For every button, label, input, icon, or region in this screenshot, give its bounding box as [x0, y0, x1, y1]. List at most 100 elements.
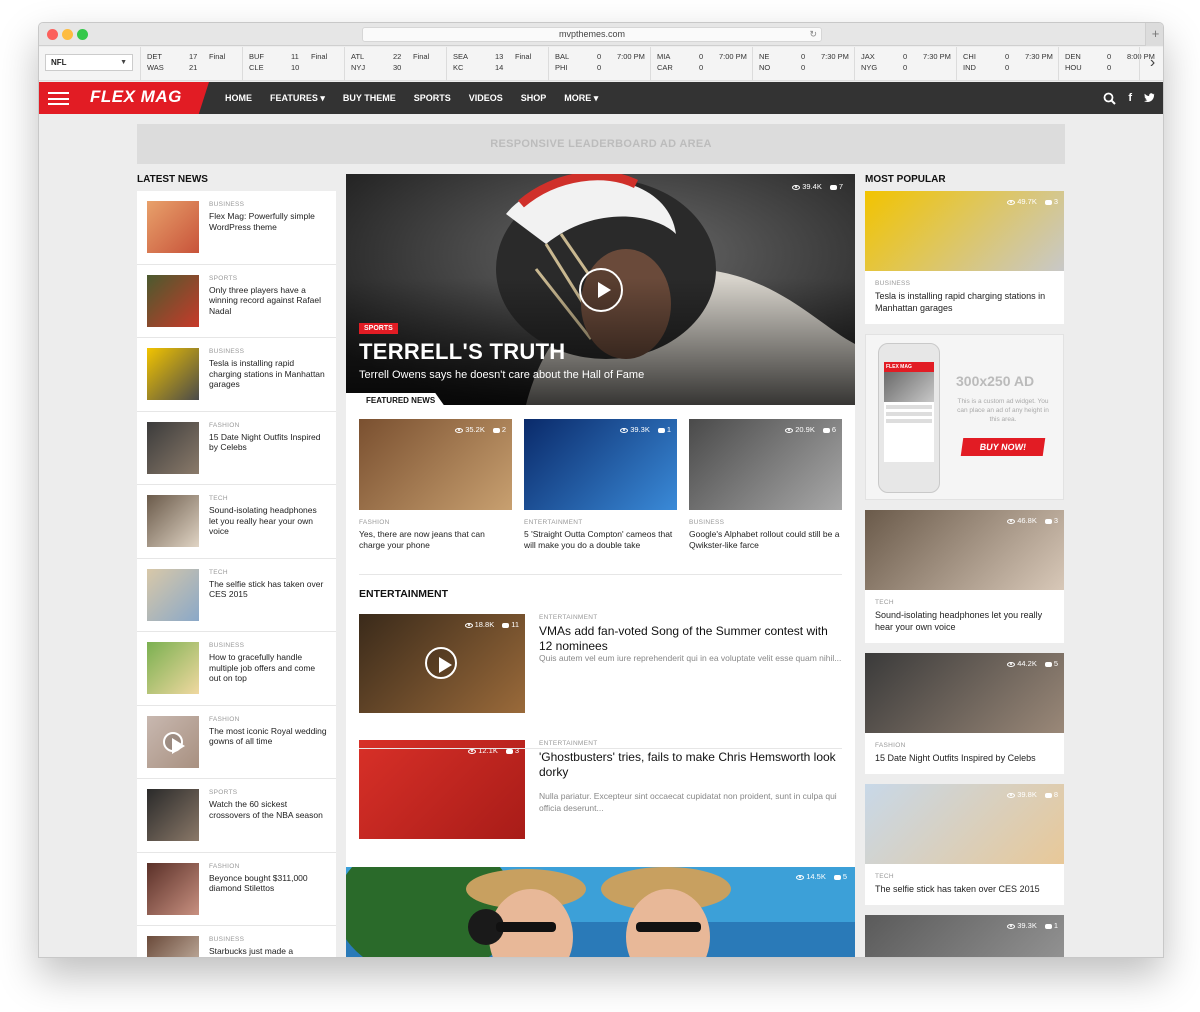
- featured-category[interactable]: FASHION: [359, 519, 512, 526]
- news-title[interactable]: Only three players have a winning record…: [209, 285, 327, 317]
- entertainment-category[interactable]: ENTERTAINMENT: [539, 740, 598, 747]
- popular-image[interactable]: 46.8K 3: [865, 510, 1064, 590]
- latest-news-item[interactable]: SPORTS Watch the 60 sickest crossovers o…: [137, 779, 336, 853]
- nav-item[interactable]: SHOP: [521, 82, 547, 114]
- popular-category[interactable]: FASHION: [875, 742, 1064, 749]
- featured-category[interactable]: ENTERTAINMENT: [524, 519, 677, 526]
- address-bar[interactable]: mvpthemes.com ↻: [362, 27, 822, 42]
- latest-news-item[interactable]: BUSINESS Flex Mag: Powerfully simple Wor…: [137, 191, 336, 265]
- news-title[interactable]: How to gracefully handle multiple job of…: [209, 652, 327, 684]
- popular-image[interactable]: 39.3K 1: [865, 915, 1064, 957]
- popular-story[interactable]: 46.8K 3 TECH Sound-isolating headphones …: [865, 510, 1064, 643]
- news-thumbnail[interactable]: [147, 495, 199, 547]
- latest-news-item[interactable]: FASHION Beyonce bought $311,000 diamond …: [137, 852, 336, 926]
- popular-image[interactable]: 49.7K 3: [865, 191, 1064, 271]
- popular-category[interactable]: TECH: [875, 599, 1064, 606]
- entertainment-headline[interactable]: 'Ghostbusters' tries, fails to make Chri…: [539, 750, 842, 780]
- bottom-story[interactable]: 14.5K 5: [346, 867, 855, 957]
- news-category[interactable]: BUSINESS: [209, 642, 244, 649]
- news-title[interactable]: Watch the 60 sickest crossovers of the N…: [209, 799, 327, 820]
- news-category[interactable]: FASHION: [209, 863, 240, 870]
- featured-image[interactable]: 35.2K 2: [359, 419, 512, 510]
- popular-image[interactable]: 44.2K 5: [865, 653, 1064, 733]
- leaderboard-ad[interactable]: RESPONSIVE LEADERBOARD AD AREA: [137, 124, 1065, 164]
- hero-title[interactable]: TERRELL'S TRUTH: [359, 339, 566, 365]
- facebook-icon[interactable]: f: [1128, 92, 1132, 104]
- news-thumbnail[interactable]: [147, 789, 199, 841]
- news-title[interactable]: The selfie stick has taken over CES 2015: [209, 579, 327, 600]
- news-category[interactable]: BUSINESS: [209, 936, 244, 943]
- popular-image[interactable]: 39.8K 8: [865, 784, 1064, 864]
- latest-news-item[interactable]: FASHION 15 Date Night Outfits Inspired b…: [137, 411, 336, 485]
- score-game[interactable]: ATL 22 Final NYJ 30: [344, 47, 445, 81]
- news-thumbnail[interactable]: [147, 936, 199, 957]
- minimize-window-button[interactable]: [62, 29, 73, 40]
- score-game[interactable]: SEA 13 Final KC 14: [446, 47, 547, 81]
- featured-title[interactable]: Google's Alphabet rollout could still be…: [689, 529, 842, 550]
- score-game[interactable]: CHI 0 7:30 PM IND 0: [956, 47, 1057, 81]
- news-thumbnail[interactable]: [147, 568, 199, 621]
- play-video-icon[interactable]: [579, 268, 623, 312]
- entertainment-story[interactable]: 18.8K 11 ENTERTAINMENT VMAs add fan-vote…: [359, 614, 842, 713]
- news-category[interactable]: SPORTS: [209, 789, 237, 796]
- news-title[interactable]: Sound-isolating headphones let you reall…: [209, 505, 327, 537]
- buy-now-button[interactable]: BUY NOW!: [960, 438, 1046, 456]
- twitter-icon[interactable]: [1144, 93, 1155, 103]
- news-title[interactable]: Flex Mag: Powerfully simple WordPress th…: [209, 211, 327, 232]
- latest-news-item[interactable]: BUSINESS Starbucks just made a: [137, 926, 336, 957]
- entertainment-headline[interactable]: VMAs add fan-voted Song of the Summer co…: [539, 624, 842, 654]
- hero-story[interactable]: 39.4K 7 SPORTS TERRELL'S TRUTH Terrell O…: [346, 174, 855, 405]
- news-category[interactable]: FASHION: [209, 716, 240, 723]
- news-category[interactable]: BUSINESS: [209, 348, 244, 355]
- news-thumbnail[interactable]: [147, 274, 199, 327]
- featured-story[interactable]: 39.3K 1 ENTERTAINMENT 5 'Straight Outta …: [524, 419, 677, 550]
- news-thumbnail[interactable]: [147, 715, 199, 768]
- hamburger-menu-icon[interactable]: [48, 92, 69, 105]
- news-title[interactable]: Tesla is installing rapid charging stati…: [209, 358, 327, 390]
- close-window-button[interactable]: [47, 29, 58, 40]
- entertainment-image[interactable]: 12.1K 3: [359, 740, 525, 839]
- league-select[interactable]: NFL ▼: [45, 54, 133, 71]
- score-game[interactable]: MIA 0 7:00 PM CAR 0: [650, 47, 751, 81]
- latest-news-item[interactable]: SPORTS Only three players have a winning…: [137, 264, 336, 338]
- popular-story[interactable]: 39.8K 8 TECH The selfie stick has taken …: [865, 784, 1064, 905]
- news-title[interactable]: Starbucks just made a: [209, 946, 327, 957]
- nav-item[interactable]: SPORTS: [414, 82, 451, 114]
- nav-item[interactable]: FEATURES ▾: [270, 82, 325, 114]
- hero-category-badge[interactable]: SPORTS: [359, 323, 398, 334]
- score-game[interactable]: JAX 0 7:30 PM NYG 0: [854, 47, 955, 81]
- featured-title[interactable]: Yes, there are now jeans that can charge…: [359, 529, 512, 550]
- play-video-icon[interactable]: [163, 731, 185, 755]
- latest-news-item[interactable]: TECH Sound-isolating headphones let you …: [137, 485, 336, 559]
- popular-story[interactable]: 39.3K 1: [865, 915, 1064, 957]
- entertainment-story[interactable]: 12.1K 3 ENTERTAINMENT 'Ghostbusters' tri…: [359, 740, 842, 839]
- site-logo[interactable]: FLEX MAG: [90, 87, 182, 107]
- popular-title[interactable]: Sound-isolating headphones let you reall…: [875, 609, 1054, 633]
- featured-story[interactable]: 20.9K 6 BUSINESS Google's Alphabet rollo…: [689, 419, 842, 550]
- popular-story[interactable]: 49.7K 3 BUSINESS Tesla is installing rap…: [865, 191, 1064, 324]
- popular-story[interactable]: 44.2K 5 FASHION 15 Date Night Outfits In…: [865, 653, 1064, 774]
- new-tab-button[interactable]: +: [1145, 23, 1163, 46]
- score-game[interactable]: NE 0 7:30 PM NO 0: [752, 47, 853, 81]
- popular-category[interactable]: TECH: [875, 873, 1064, 880]
- popular-title[interactable]: The selfie stick has taken over CES 2015: [875, 883, 1054, 895]
- score-game[interactable]: DET 17 Final WAS 21: [140, 47, 241, 81]
- score-game[interactable]: BUF 11 Final CLE 10: [242, 47, 343, 81]
- nav-item[interactable]: HOME: [225, 82, 252, 114]
- news-title[interactable]: The most iconic Royal wedding gowns of a…: [209, 726, 327, 747]
- zoom-window-button[interactable]: [77, 29, 88, 40]
- chevron-right-icon[interactable]: ›: [1139, 47, 1163, 81]
- popular-title[interactable]: 15 Date Night Outfits Inspired by Celebs: [875, 752, 1054, 764]
- news-category[interactable]: SPORTS: [209, 275, 237, 282]
- featured-image[interactable]: 20.9K 6: [689, 419, 842, 510]
- latest-news-item[interactable]: TECH The selfie stick has taken over CES…: [137, 558, 336, 632]
- nav-item[interactable]: VIDEOS: [469, 82, 503, 114]
- latest-news-item[interactable]: BUSINESS How to gracefully handle multip…: [137, 632, 336, 706]
- sidebar-ad[interactable]: FLEX MAG 300x250 AD This is a custom ad …: [865, 334, 1064, 500]
- featured-story[interactable]: 35.2K 2 FASHION Yes, there are now jeans…: [359, 419, 512, 550]
- featured-image[interactable]: 39.3K 1: [524, 419, 677, 510]
- news-thumbnail[interactable]: [147, 862, 199, 915]
- news-thumbnail[interactable]: [147, 201, 199, 253]
- popular-title[interactable]: Tesla is installing rapid charging stati…: [875, 290, 1054, 314]
- entertainment-category[interactable]: ENTERTAINMENT: [539, 614, 598, 621]
